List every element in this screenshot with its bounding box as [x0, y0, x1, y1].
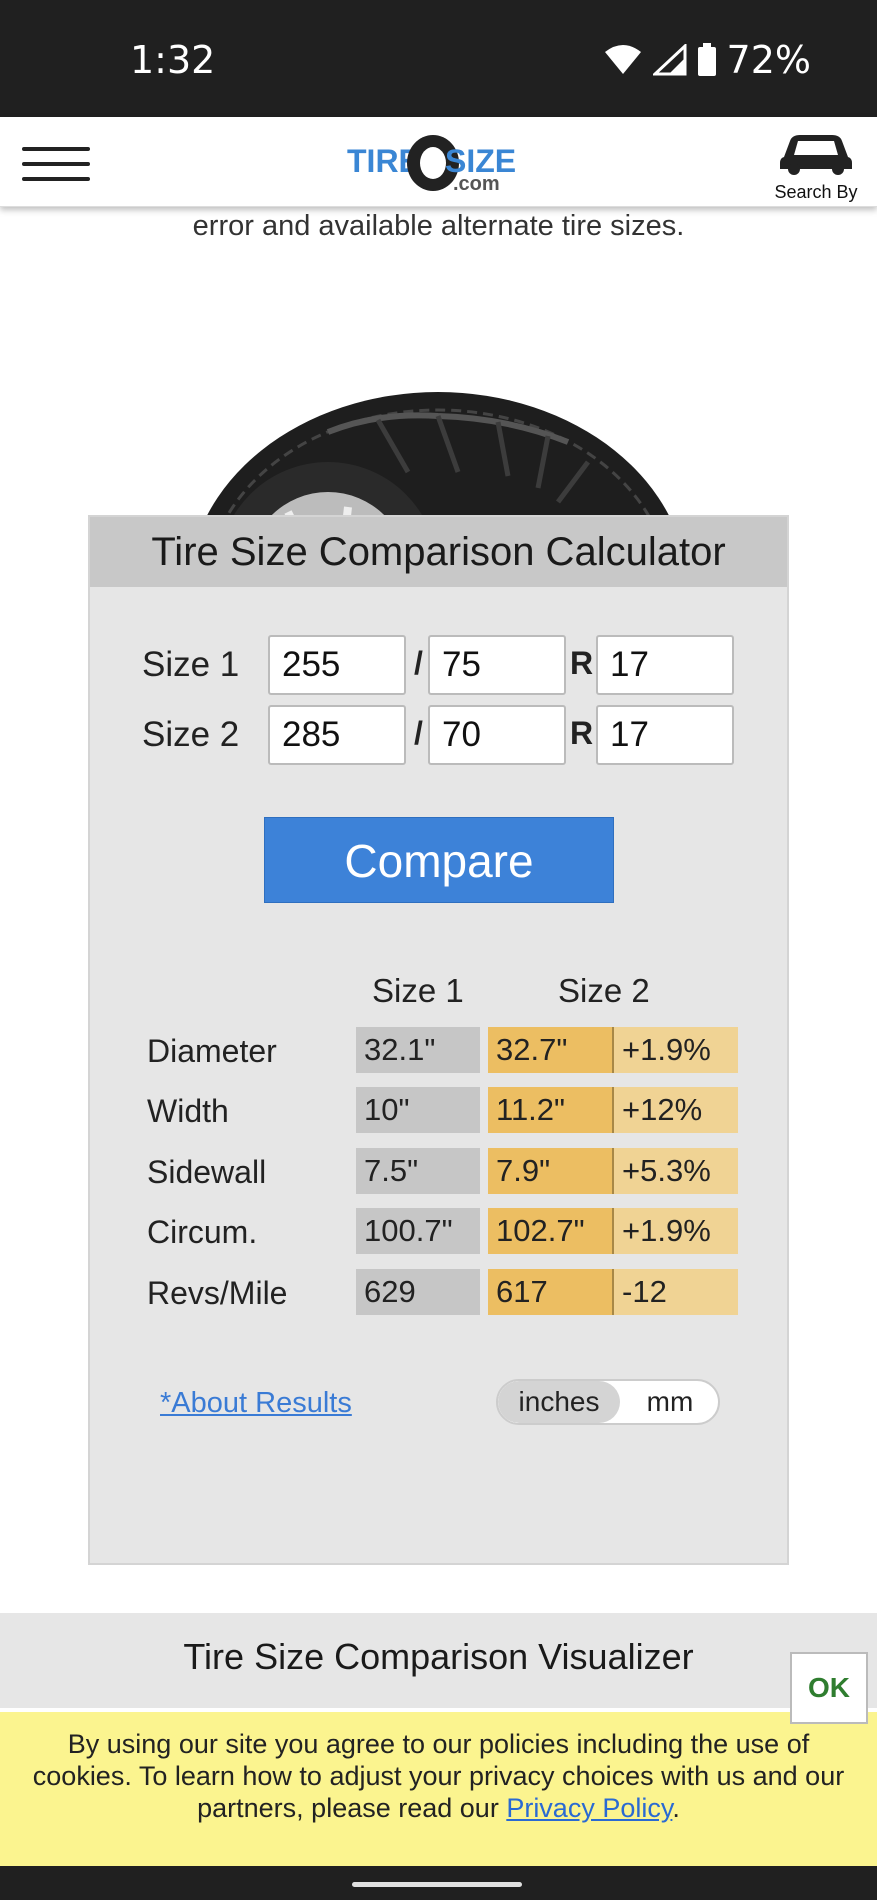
size2-width-input[interactable]: 285	[268, 705, 406, 765]
intro-text: error and available alternate tire sizes…	[192, 210, 685, 242]
result-row-revs-per-mile: Revs/Mile 629 617 -12	[90, 1269, 787, 1315]
result-difference: +1.9%	[614, 1027, 738, 1073]
signal-icon	[652, 44, 687, 76]
privacy-policy-link[interactable]: Privacy Policy	[506, 1793, 672, 1823]
tire-image	[178, 392, 698, 522]
size2-separator: /	[414, 715, 423, 751]
column-header-size1: Size 1	[372, 972, 464, 1009]
unit-option-mm[interactable]: mm	[620, 1381, 718, 1423]
battery-percent: 72%	[726, 38, 811, 82]
size1-rim-input[interactable]: 17	[596, 635, 734, 695]
result-size1-value: 10"	[356, 1087, 480, 1133]
result-size2-value: 32.7"	[488, 1027, 614, 1073]
result-label: Revs/Mile	[147, 1275, 288, 1311]
search-by-label: Search By	[774, 182, 858, 202]
size2-label: Size 2	[142, 715, 240, 754]
compare-button[interactable]: Compare	[264, 817, 614, 903]
calculator-title: Tire Size Comparison Calculator	[90, 517, 787, 587]
cookie-ok-button[interactable]: OK	[790, 1652, 868, 1724]
result-size1-value: 7.5"	[356, 1148, 480, 1194]
size1-separator: /	[414, 645, 423, 681]
result-size1-value: 100.7"	[356, 1208, 480, 1254]
wifi-icon	[604, 45, 641, 74]
result-label: Sidewall	[147, 1154, 267, 1190]
result-size2-value: 11.2"	[488, 1087, 614, 1133]
result-difference: +12%	[614, 1087, 738, 1133]
result-row-sidewall: Sidewall 7.5" 7.9" +5.3%	[90, 1148, 787, 1194]
unit-toggle[interactable]: inches mm	[496, 1379, 720, 1425]
result-difference: -12	[614, 1269, 738, 1315]
cookie-banner: By using our site you agree to our polic…	[0, 1712, 877, 1866]
size1-width-input[interactable]: 255	[268, 635, 406, 695]
unit-option-inches[interactable]: inches	[498, 1381, 620, 1423]
status-icons: 72%	[603, 38, 811, 82]
comparison-calculator: Tire Size Comparison Calculator Size 1 2…	[88, 515, 789, 1565]
size2-rim-prefix: R	[570, 715, 594, 751]
visualizer-section-title: Tire Size Comparison Visualizer	[0, 1613, 877, 1708]
result-size2-value: 102.7"	[488, 1208, 614, 1254]
result-size1-value: 32.1"	[356, 1027, 480, 1073]
cookie-message-end: .	[672, 1793, 680, 1823]
size1-row: Size 1 255 / 75 R 17	[90, 635, 787, 697]
result-label: Circum.	[147, 1214, 258, 1250]
result-row-diameter: Diameter 32.1" 32.7" +1.9%	[90, 1027, 787, 1073]
cookie-message: By using our site you agree to our polic…	[32, 1729, 845, 1823]
size1-rim-prefix: R	[570, 645, 594, 681]
result-row-circumference: Circum. 100.7" 102.7" +1.9%	[90, 1208, 787, 1254]
system-nav-bar	[0, 1866, 877, 1900]
cookie-banner-text: By using our site you agree to our polic…	[30, 1728, 847, 1824]
result-size2-value: 7.9"	[488, 1148, 614, 1194]
result-label: Width	[147, 1093, 229, 1129]
battery-icon	[697, 43, 716, 76]
search-by-button[interactable]: Search By	[771, 127, 861, 203]
site-logo[interactable]: TIRE SIZE .com	[345, 129, 535, 195]
home-gesture-handle[interactable]	[352, 1882, 522, 1887]
logo-suffix: .com	[453, 173, 500, 195]
car-icon	[780, 135, 852, 175]
result-size1-value: 629	[356, 1269, 480, 1315]
size1-aspect-input[interactable]: 75	[428, 635, 566, 695]
status-bar: 1:32 72%	[0, 0, 877, 117]
size2-row: Size 2 285 / 70 R 17	[90, 705, 787, 767]
result-size2-value: 617	[488, 1269, 614, 1315]
about-results-link[interactable]: *About Results	[160, 1387, 352, 1420]
result-difference: +1.9%	[614, 1208, 738, 1254]
status-time: 1:32	[130, 38, 216, 82]
site-header: TIRE SIZE .com Search By	[0, 117, 877, 207]
size2-rim-input[interactable]: 17	[596, 705, 734, 765]
result-difference: +5.3%	[614, 1148, 738, 1194]
size2-aspect-input[interactable]: 70	[428, 705, 566, 765]
result-label: Diameter	[147, 1033, 277, 1069]
result-row-width: Width 10" 11.2" +12%	[90, 1087, 787, 1133]
hamburger-menu-icon[interactable]	[22, 145, 92, 183]
size1-label: Size 1	[142, 645, 240, 684]
column-header-size2: Size 2	[558, 972, 650, 1009]
